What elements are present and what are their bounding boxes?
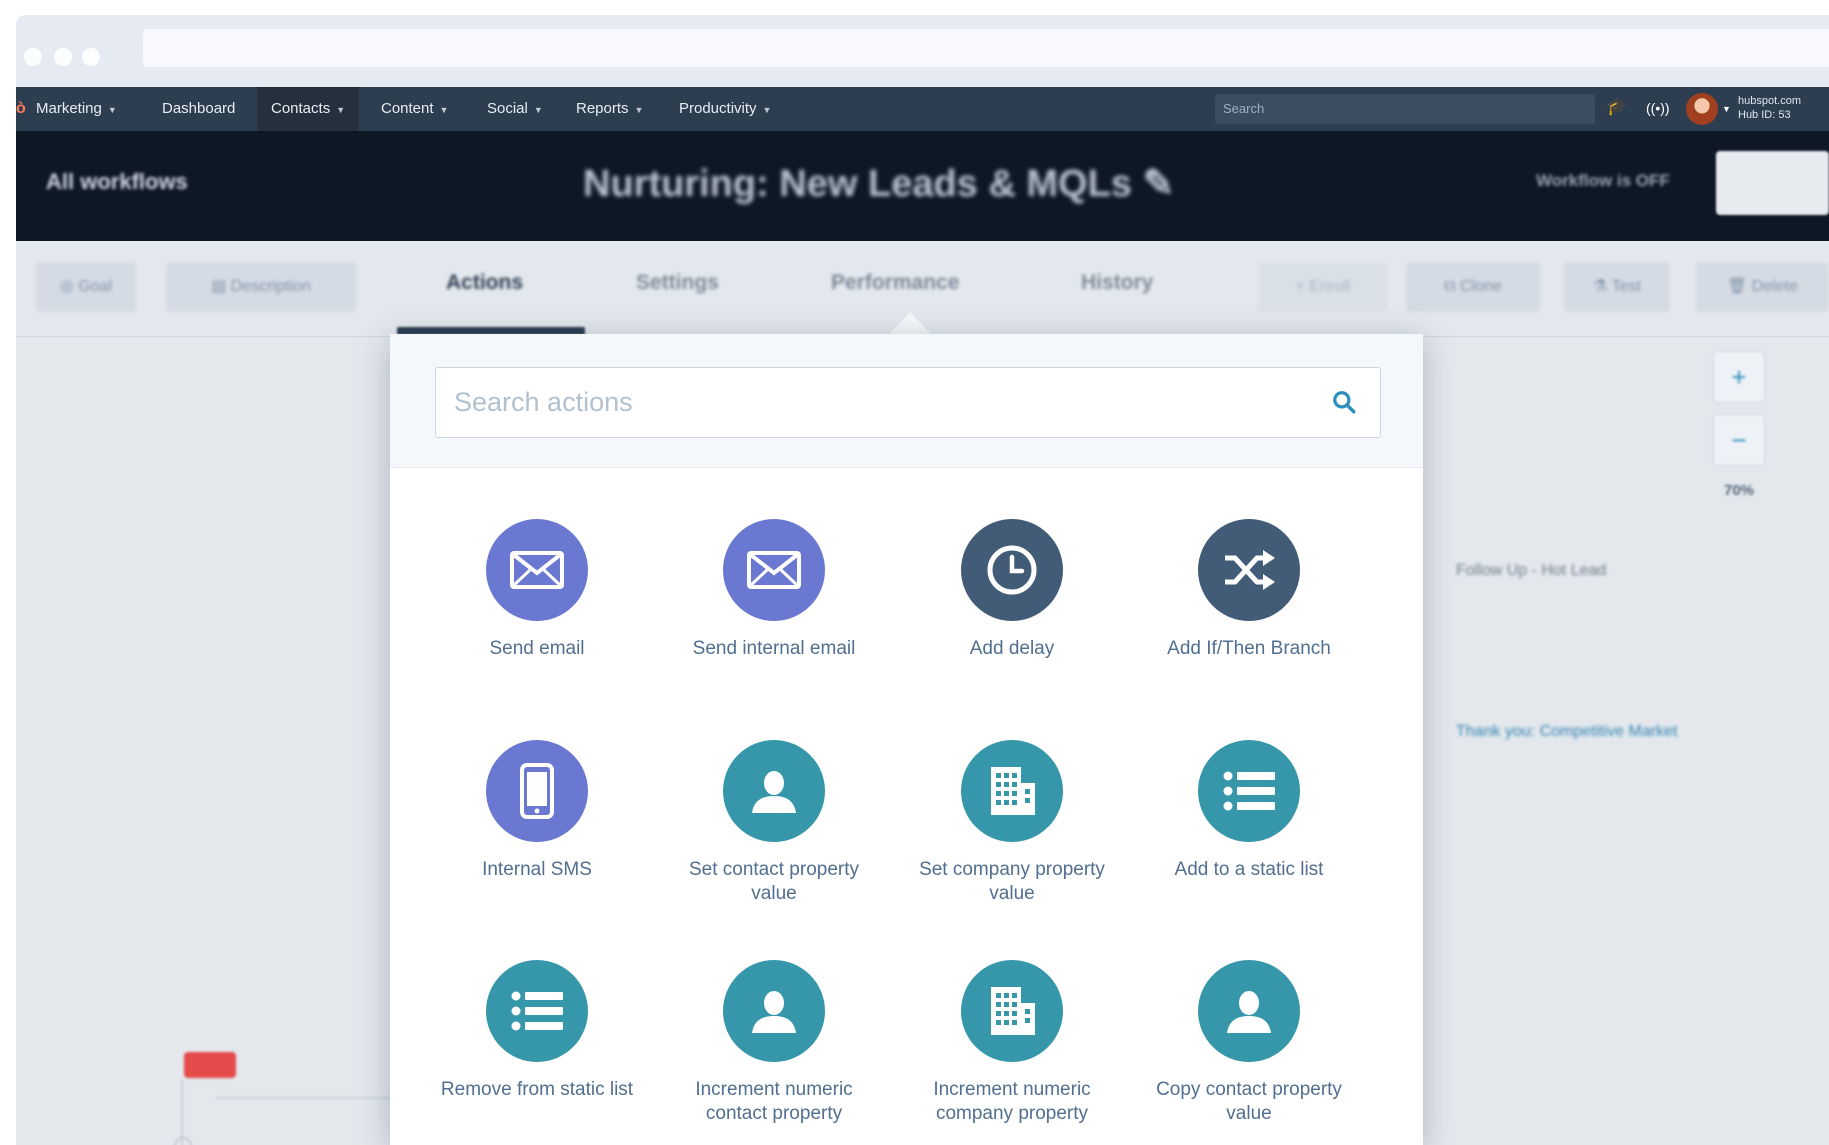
list-icon xyxy=(1198,740,1300,842)
search-actions-input[interactable] xyxy=(454,368,1314,437)
action-set-contact-property-value[interactable]: Set contact property value xyxy=(664,740,884,906)
tab-performance[interactable]: Performance xyxy=(831,271,959,295)
action-internal-sms[interactable]: Internal SMS xyxy=(427,740,647,882)
chevron-down-icon[interactable]: ▼ xyxy=(1722,104,1731,114)
zoom-out-button[interactable]: − xyxy=(1713,414,1765,466)
plus-icon: + xyxy=(1731,362,1747,392)
flask-icon: ⚗ xyxy=(1593,278,1608,295)
action-add-delay[interactable]: Add delay xyxy=(902,519,1122,661)
nav-item-dashboard[interactable]: Dashboard xyxy=(162,87,235,131)
enroll-button[interactable]: + Enroll xyxy=(1258,262,1388,312)
academy-cap-icon[interactable]: 🎓 xyxy=(1606,97,1627,117)
target-icon: ◎ xyxy=(59,278,74,295)
tab-history[interactable]: History xyxy=(1081,271,1153,295)
shuffle-icon xyxy=(1198,519,1300,621)
all-workflows-link[interactable]: All workflows xyxy=(46,169,188,195)
account-info[interactable]: hubspot.com Hub ID: 53 xyxy=(1738,94,1801,122)
workflow-status: Workflow is OFF xyxy=(1536,171,1670,190)
browser-chrome xyxy=(16,15,1829,87)
person-icon xyxy=(723,740,825,842)
pencil-icon[interactable]: ✎ xyxy=(1142,163,1174,205)
list-icon xyxy=(486,960,588,1062)
envelope-icon xyxy=(486,519,588,621)
goal-button[interactable]: ◎ Goal xyxy=(36,262,136,312)
action-add-if-then-branch[interactable]: Add If/Then Branch xyxy=(1139,519,1359,661)
action-add-to-static-list[interactable]: Add to a static list xyxy=(1139,740,1359,882)
address-bar[interactable] xyxy=(143,29,1829,67)
add-step-node[interactable] xyxy=(174,1137,192,1145)
window-close-dot[interactable] xyxy=(24,48,42,66)
actions-grid: Send email Send internal email Add delay… xyxy=(390,468,1423,1145)
trash-icon: 🗑 xyxy=(1726,278,1748,295)
chevron-down-icon: ▼ xyxy=(634,105,644,115)
nav-item-contacts[interactable]: Contacts ▼ xyxy=(257,87,360,131)
status-badge xyxy=(184,1052,236,1078)
nav-item-content[interactable]: Content ▼ xyxy=(381,87,448,131)
minus-icon: − xyxy=(1731,425,1747,455)
clock-icon xyxy=(961,519,1063,621)
tab-settings[interactable]: Settings xyxy=(636,271,719,295)
zoom-in-button[interactable]: + xyxy=(1713,351,1765,403)
action-copy-contact-property-value[interactable]: Copy contact property value xyxy=(1139,960,1359,1126)
notifications-icon[interactable]: ((•)) xyxy=(1646,100,1670,116)
hubspot-logo-icon[interactable]: ò xyxy=(16,100,32,118)
workflow-header: All workflows Nurturing: New Leads & MQL… xyxy=(16,131,1829,241)
workflow-toggle[interactable] xyxy=(1716,151,1829,215)
description-button[interactable]: ▤ Description xyxy=(166,262,356,312)
panel-header xyxy=(390,334,1423,468)
chevron-down-icon: ▼ xyxy=(533,105,543,115)
global-search-input[interactable]: Search xyxy=(1215,94,1595,124)
window-maximize-dot[interactable] xyxy=(82,48,100,66)
building-icon xyxy=(961,960,1063,1062)
window-minimize-dot[interactable] xyxy=(54,48,72,66)
action-send-email[interactable]: Send email xyxy=(427,519,647,661)
action-send-internal-email[interactable]: Send internal email xyxy=(664,519,884,661)
plus-icon: + xyxy=(1295,278,1305,295)
chevron-down-icon: ▼ xyxy=(336,105,346,115)
zoom-level: 70% xyxy=(1724,482,1755,499)
workflow-step-label[interactable]: Thank you: Competitive Market xyxy=(1456,723,1677,741)
nav-item-social[interactable]: Social ▼ xyxy=(487,87,543,131)
person-icon xyxy=(723,960,825,1062)
action-increment-numeric-contact-property[interactable]: Increment numeric contact property xyxy=(664,960,884,1126)
chevron-down-icon: ▼ xyxy=(762,105,772,115)
test-button[interactable]: ⚗ Test xyxy=(1564,262,1670,312)
action-set-company-property-value[interactable]: Set company property value xyxy=(902,740,1122,906)
nav-item-productivity[interactable]: Productivity ▼ xyxy=(679,87,771,131)
chevron-down-icon: ▼ xyxy=(107,105,117,115)
phone-icon xyxy=(486,740,588,842)
document-icon: ▤ xyxy=(211,278,227,295)
person-icon xyxy=(1198,960,1300,1062)
envelope-icon xyxy=(723,519,825,621)
clone-button[interactable]: ⧉ Clone xyxy=(1406,262,1540,312)
building-icon xyxy=(961,740,1063,842)
top-nav: ò Marketing ▼ Dashboard Contacts ▼ Content… xyxy=(16,87,1829,131)
action-remove-from-static-list[interactable]: Remove from static list xyxy=(427,960,647,1102)
workflow-step-label[interactable]: Follow Up - Hot Lead xyxy=(1456,562,1606,580)
search-icon[interactable] xyxy=(1331,389,1357,415)
page-title[interactable]: Nurturing: New Leads & MQLs ✎ xyxy=(583,161,1174,206)
nav-item-reports[interactable]: Reports ▼ xyxy=(576,87,643,131)
action-increment-numeric-company-property[interactable]: Increment numeric company property xyxy=(902,960,1122,1126)
connector-line xyxy=(181,1079,183,1145)
nav-item-marketing[interactable]: Marketing ▼ xyxy=(36,87,117,131)
avatar[interactable] xyxy=(1686,93,1718,125)
copy-icon: ⧉ xyxy=(1444,278,1456,295)
action-picker-panel: Send email Send internal email Add delay… xyxy=(390,334,1423,1145)
tab-actions[interactable]: Actions xyxy=(446,271,523,295)
search-actions-box[interactable] xyxy=(435,367,1381,438)
delete-button[interactable]: 🗑 Delete xyxy=(1696,262,1829,312)
chevron-down-icon: ▼ xyxy=(439,105,449,115)
